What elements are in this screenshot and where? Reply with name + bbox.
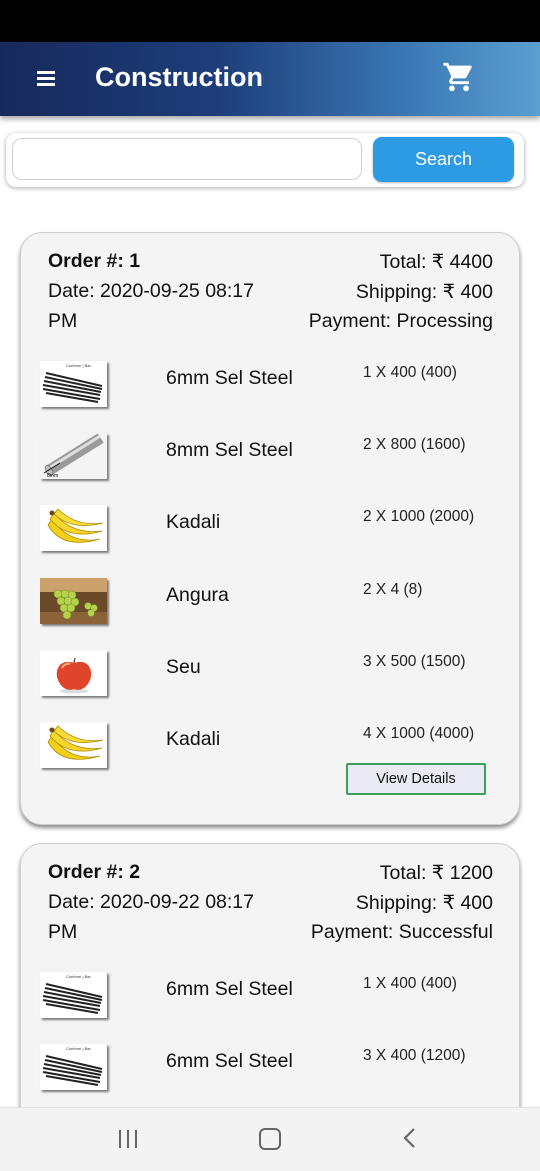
shopping-cart-icon[interactable]	[442, 60, 476, 94]
order-item: 6mm Sel Steel 1 X 400 (400)	[21, 972, 521, 1022]
item-quantity-price: 2 X 4 (8)	[363, 581, 423, 598]
order-payment-status: Payment: Processing	[308, 310, 493, 332]
banana-image	[40, 722, 107, 768]
steel-bars-image	[40, 361, 107, 407]
order-item: Kadali 2 X 1000 (2000)	[21, 505, 521, 555]
order-item: 8mm Sel Steel 2 X 800 (1600)	[21, 433, 521, 483]
order-date: Date: 2020-09-22 08:17	[48, 891, 254, 913]
order-number: Order #: 1	[48, 250, 141, 272]
item-quantity-price: 2 X 800 (1600)	[363, 436, 466, 453]
order-total: Total: ₹ 4400	[379, 251, 493, 273]
steel-rod-image	[40, 433, 107, 479]
order-date-period: PM	[48, 310, 78, 332]
item-quantity-price: 2 X 1000 (2000)	[363, 508, 475, 525]
order-item: Angura 2 X 4 (8)	[21, 578, 521, 628]
hamburger-menu-icon[interactable]	[37, 71, 55, 86]
item-name: 8mm Sel Steel	[166, 439, 293, 461]
recent-apps-icon[interactable]	[119, 1130, 139, 1148]
order-item: 6mm Sel Steel 3 X 400 (1200)	[21, 1044, 521, 1094]
back-icon[interactable]	[400, 1126, 420, 1150]
item-quantity-price: 4 X 1000 (4000)	[363, 725, 475, 742]
item-quantity-price: 3 X 400 (1200)	[363, 1047, 466, 1064]
order-payment-status: Payment: Successful	[310, 921, 493, 943]
order-total: Total: ₹ 1200	[379, 862, 493, 884]
steel-bars-image	[40, 1044, 107, 1090]
search-button[interactable]: Search	[373, 137, 514, 182]
grapes-image	[40, 578, 107, 624]
banana-image	[40, 505, 107, 551]
order-item: Seu 3 X 500 (1500)	[21, 650, 521, 700]
item-quantity-price: 3 X 500 (1500)	[363, 653, 466, 670]
search-bar: Search	[6, 133, 524, 187]
item-quantity-price: 1 X 400 (400)	[363, 364, 457, 381]
order-number: Order #: 2	[48, 861, 141, 883]
home-icon[interactable]	[259, 1128, 281, 1150]
item-name: Seu	[166, 656, 201, 678]
item-name: 6mm Sel Steel	[166, 1050, 293, 1072]
item-name: 6mm Sel Steel	[166, 367, 293, 389]
system-navigation-bar	[0, 1107, 540, 1171]
order-item: 6mm Sel Steel 1 X 400 (400)	[21, 361, 521, 411]
apple-image	[40, 650, 107, 696]
order-date-period: PM	[48, 921, 78, 943]
item-name: 6mm Sel Steel	[166, 978, 293, 1000]
item-quantity-price: 1 X 400 (400)	[363, 975, 457, 992]
item-name: Kadali	[166, 511, 221, 533]
app-title: Construction	[95, 62, 263, 92]
item-name: Kadali	[166, 728, 221, 750]
order-card: Order #: 2 Date: 2020-09-22 08:17 PM Tot…	[20, 843, 520, 1133]
status-bar	[0, 0, 540, 42]
app-bar: Construction	[0, 42, 540, 116]
order-card: Order #: 1 Date: 2020-09-25 08:17 PM Tot…	[20, 232, 520, 825]
item-name: Angura	[166, 584, 229, 606]
order-shipping: Shipping: ₹ 400	[355, 281, 493, 303]
search-input[interactable]	[12, 138, 362, 180]
view-details-button[interactable]: View Details	[346, 763, 486, 795]
order-date: Date: 2020-09-25 08:17	[48, 280, 254, 302]
steel-bars-image	[40, 972, 107, 1018]
order-shipping: Shipping: ₹ 400	[355, 892, 493, 914]
